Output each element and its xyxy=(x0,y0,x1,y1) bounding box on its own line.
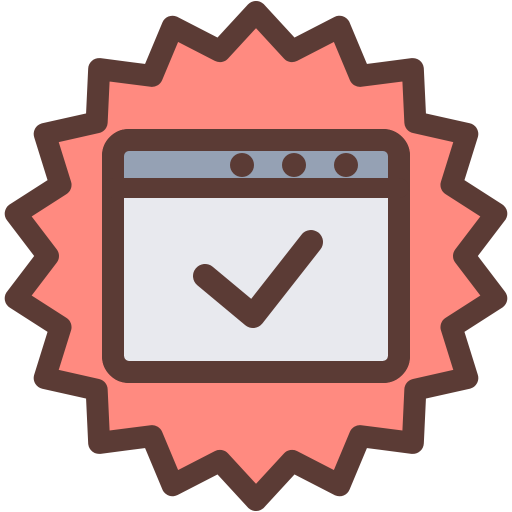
window-dot-icon xyxy=(282,153,306,177)
window-dot-icon xyxy=(334,153,358,177)
window-dot-icon xyxy=(230,153,254,177)
badge-graphic xyxy=(4,1,508,511)
window-control-dots xyxy=(230,153,358,177)
verified-webpage-badge-icon xyxy=(0,0,512,512)
